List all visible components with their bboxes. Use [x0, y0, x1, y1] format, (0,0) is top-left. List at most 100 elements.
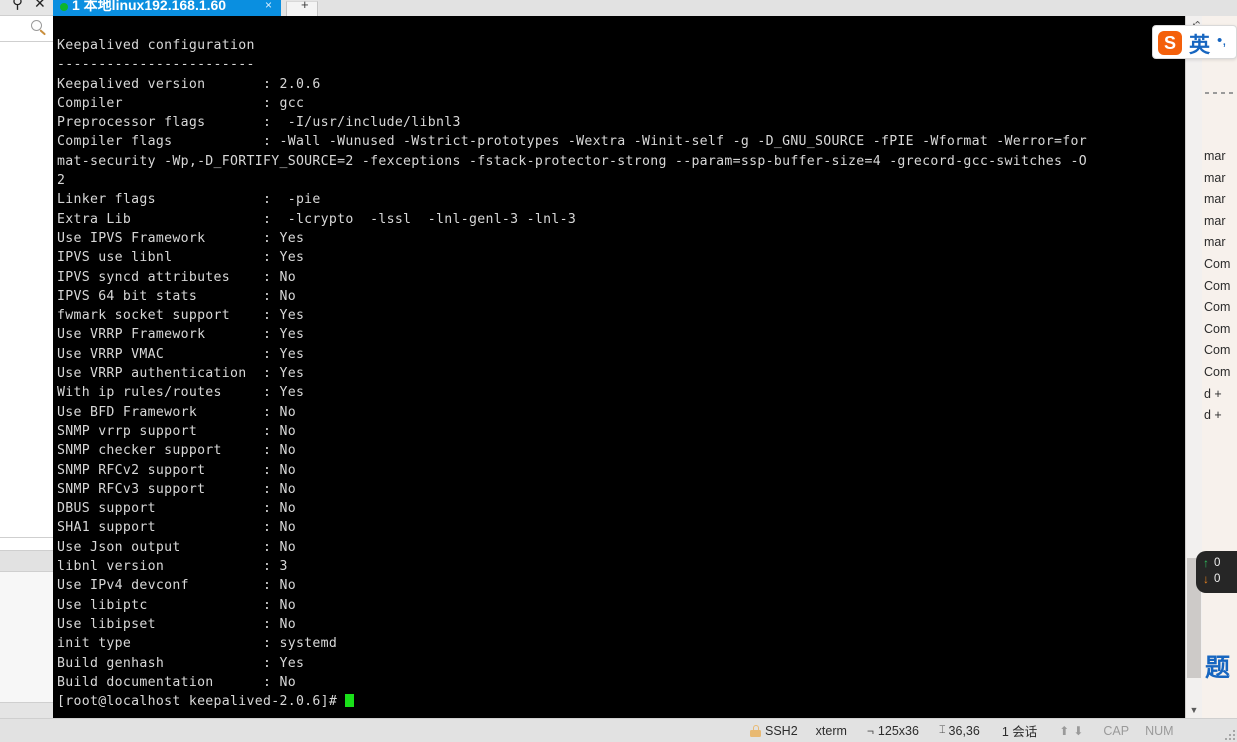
terminal-line: SNMP vrrp support : No [57, 423, 296, 439]
session-search-row[interactable] [0, 16, 53, 42]
sogou-ime-toolbar[interactable]: S 英 •, [1152, 25, 1237, 59]
background-list-item: mar [1204, 213, 1226, 228]
terminal-line: Use VRRP Framework : Yes [57, 327, 305, 343]
terminal-line: Build genhash : Yes [57, 655, 305, 671]
terminal-line: With ip rules/routes : Yes [57, 385, 305, 401]
terminal-output: Keepalived configuration ----------------… [57, 36, 1185, 711]
terminal-prompt: [root@localhost keepalived-2.0.6]# [57, 694, 346, 710]
terminal-line: Use IPVS Framework : Yes [57, 230, 305, 246]
status-emulation: xterm [816, 724, 847, 738]
terminal-line: Extra Lib : -lcrypto -lssl -lnl-genl-3 -… [57, 211, 577, 227]
terminal-line: Use VRRP authentication : Yes [57, 366, 305, 382]
terminal-line: 2 [57, 173, 66, 189]
terminal-panel[interactable]: Keepalived configuration ----------------… [53, 16, 1185, 718]
background-list-item: Com [1204, 278, 1231, 293]
terminal-line: Build documentation : No [57, 674, 296, 690]
terminal-line: Use libipset : No [57, 616, 296, 632]
download-arrow-icon: ↓ [1203, 572, 1209, 586]
lock-icon [750, 724, 761, 737]
transfer-down-icon: ⬇ [1073, 723, 1084, 738]
terminal-line: Preprocessor flags : -I/usr/include/libn… [57, 115, 461, 131]
session-panel-section-3 [0, 572, 53, 702]
pin-icon[interactable]: ⚲ [12, 0, 23, 12]
background-list-item: mar [1204, 235, 1226, 250]
terminal-line: Use VRRP VMAC : Yes [57, 346, 305, 362]
background-list-item: mar [1204, 149, 1226, 163]
session-panel-section-4 [0, 702, 53, 718]
status-transfer-indicators: ⬆ ⬇ [1059, 724, 1083, 738]
background-list-item: Com [1204, 256, 1231, 271]
terminal-line: DBUS support : No [57, 501, 296, 517]
upload-arrow-icon: ↑ [1203, 556, 1209, 570]
terminal-prompt-line: [root@localhost keepalived-2.0.6]# [57, 692, 1185, 711]
new-tab-button[interactable]: + [286, 0, 318, 16]
terminal-line: SHA1 support : No [57, 520, 296, 536]
session-list[interactable] [0, 42, 53, 537]
ime-punctuation-mode[interactable]: •, [1217, 32, 1226, 49]
background-list-item: mar [1204, 192, 1226, 207]
background-list-item: Com [1204, 364, 1231, 379]
terminal-line: Use BFD Framework : No [57, 404, 296, 420]
terminal-line: fwmark socket support : Yes [57, 308, 305, 324]
background-list-item: Com [1204, 343, 1231, 358]
terminal-line: SNMP RFCv2 support : No [57, 462, 296, 478]
terminal-line: Linker flags : -pie [57, 192, 321, 208]
scroll-down-arrow-icon[interactable]: ▼ [1186, 701, 1202, 718]
terminal-size-icon: ⌐ [866, 723, 874, 738]
terminal-line: IPVS syncd attributes : No [57, 269, 296, 285]
tab-bar-empty-area [319, 0, 1237, 16]
resize-grip-icon[interactable] [1223, 728, 1235, 740]
terminal-line: ------------------------ [57, 57, 255, 73]
terminal-line: IPVS 64 bit stats : No [57, 288, 296, 304]
terminal-scrollbar[interactable]: ▲ ▼ [1185, 16, 1202, 718]
tab-label: 1 本地linux192.168.1.60 [72, 0, 227, 13]
sogou-logo-icon[interactable]: S [1158, 31, 1182, 55]
session-panel-titlebar: ⚲ ✕ [0, 0, 53, 16]
panel-divider [1205, 92, 1235, 94]
terminal-line: Use IPv4 devconf : No [57, 578, 296, 594]
tab-status-dot-icon [60, 3, 68, 11]
xshell-window: ⚲ ✕ 1 本地linux192.168.1.60 × + Keepalived… [0, 0, 1237, 742]
terminal-line: SNMP checker support : No [57, 443, 296, 459]
background-list-item: Com [1204, 321, 1231, 336]
new-tab-label: + [301, 0, 309, 12]
status-caps-lock: CAP [1103, 724, 1129, 738]
terminal-cursor [345, 694, 354, 708]
status-size-label: 125x36 [877, 723, 919, 738]
tab-active-session[interactable]: 1 本地linux192.168.1.60 × [53, 0, 281, 16]
terminal-line: Use libiptc : No [57, 597, 296, 613]
upload-speed-value: 0 [1214, 557, 1221, 569]
status-num-label: NUM [1145, 723, 1174, 738]
ime-language-mode[interactable]: 英 [1189, 29, 1210, 59]
terminal-line: IPVS use libnl : Yes [57, 250, 305, 266]
terminal-line: SNMP RFCv3 support : No [57, 481, 296, 497]
network-speed-widget[interactable]: ↑ 0 ↓ 0 [1196, 551, 1237, 593]
download-speed-row: ↓ 0 [1203, 572, 1220, 586]
status-cursor: ⌶ 36,36 [939, 724, 980, 738]
background-list-item: Com [1204, 300, 1231, 315]
background-window-panel: mar mar mar mar mar Com Com Com Com Com Com d + d + … [1202, 16, 1237, 718]
terminal-line: libnl version : 3 [57, 559, 288, 575]
session-panel: ⚲ ✕ [0, 0, 53, 718]
status-bar: SSH2 xterm ⌐ 125x36 ⌶ 36,36 1 会话 ⬆ ⬇ CAP… [0, 718, 1237, 742]
search-icon[interactable] [31, 20, 47, 36]
status-cursor-label: 36,36 [948, 723, 980, 738]
terminal-line: mat-security -Wp,-D_FORTIFY_SOURCE=2 -fe… [57, 153, 1087, 169]
status-num-lock: NUM [1145, 724, 1173, 738]
tab-bar: 1 本地linux192.168.1.60 × + [53, 0, 1237, 16]
background-list-item: d + [1204, 408, 1222, 423]
background-list: mar mar mar mar mar Com Com Com Com Com Com d + d + [1204, 146, 1237, 427]
terminal-line: Keepalived configuration [57, 38, 255, 53]
terminal-line: Use Json output : No [57, 539, 296, 555]
status-emulation-label: xterm [815, 723, 847, 738]
tab-close-icon[interactable]: × [265, 0, 272, 13]
transfer-up-icon: ⬆ [1059, 723, 1070, 738]
status-cap-label: CAP [1103, 723, 1130, 738]
cursor-position-icon: ⌶ [938, 724, 946, 736]
session-panel-section-2[interactable] [0, 551, 53, 572]
background-text-one: 题 [1205, 654, 1231, 682]
terminal-line: init type : systemd [57, 636, 338, 652]
close-icon[interactable]: ✕ [34, 0, 46, 11]
status-protocol-label: SSH2 [765, 723, 798, 738]
background-list-item: d + [1204, 386, 1222, 401]
